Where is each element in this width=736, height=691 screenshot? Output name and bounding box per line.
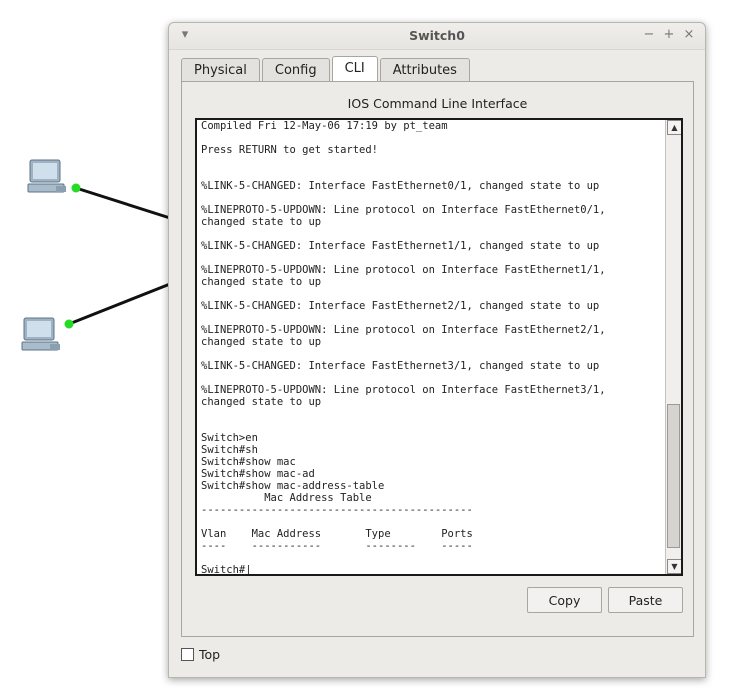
scroll-down-arrow-icon[interactable]: ▼ (667, 559, 681, 574)
close-icon[interactable]: × (681, 27, 697, 42)
maximize-icon[interactable]: + (661, 27, 677, 42)
copy-button[interactable]: Copy (527, 587, 602, 613)
top-checkbox-label[interactable]: Top (199, 647, 220, 662)
paste-button[interactable]: Paste (608, 587, 683, 613)
terminal-scrollbar[interactable]: ▲ ▼ (665, 120, 681, 574)
minimize-icon[interactable]: − (641, 27, 657, 42)
window-title: Switch0 (409, 28, 465, 43)
panel-title: IOS Command Line Interface (347, 96, 528, 111)
pc-icon-2[interactable] (21, 317, 60, 351)
pc-icon-1[interactable] (27, 159, 66, 193)
port-status-light-2 (64, 319, 74, 329)
tab-physical[interactable]: Physical (181, 58, 260, 82)
top-option: Top (181, 647, 220, 662)
device-window[interactable]: ▾ Switch0 − + × Physical Config CLI Attr… (168, 22, 706, 678)
tab-attributes[interactable]: Attributes (379, 58, 470, 82)
port-status-light-1 (71, 183, 81, 193)
tab-cli[interactable]: CLI (331, 56, 378, 83)
scroll-up-arrow-icon[interactable]: ▲ (667, 120, 681, 135)
tab-config[interactable]: Config (261, 58, 330, 82)
terminal-output[interactable]: Compiled Fri 12-May-06 17:19 by pt_team … (201, 120, 661, 574)
cli-terminal[interactable]: Compiled Fri 12-May-06 17:19 by pt_team … (195, 118, 683, 576)
top-checkbox[interactable] (181, 648, 194, 661)
scroll-thumb[interactable] (667, 404, 680, 548)
link-cable-1[interactable] (75, 186, 171, 220)
link-cable-2[interactable] (68, 282, 171, 326)
tab-bar: Physical Config CLI Attributes (181, 56, 472, 83)
title-bar[interactable]: ▾ Switch0 − + × (169, 23, 705, 50)
cli-panel: IOS Command Line Interface Compiled Fri … (181, 81, 694, 637)
